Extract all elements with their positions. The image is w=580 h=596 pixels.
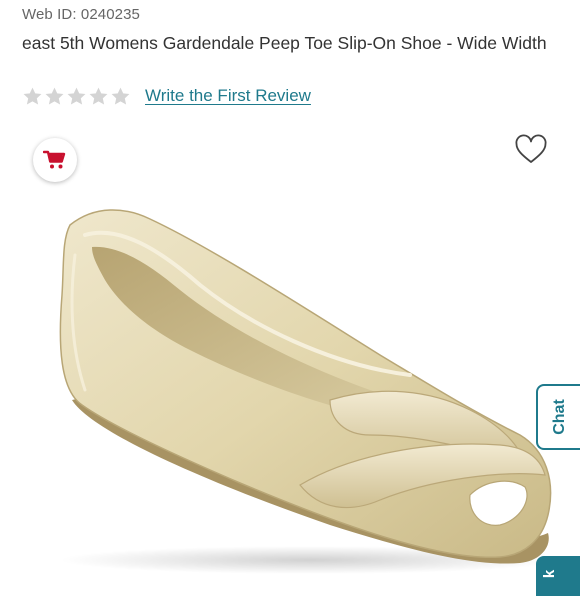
web-id: Web ID: 0240235 — [22, 6, 140, 23]
star-icon — [23, 87, 42, 105]
star-icon — [67, 87, 86, 105]
shoe-product-image — [59, 209, 560, 574]
write-review-link[interactable]: Write the First Review — [145, 86, 311, 106]
star-icon — [45, 87, 64, 105]
star-rating — [22, 86, 131, 107]
chat-tab[interactable]: Chat — [536, 384, 580, 450]
shopping-cart-icon — [43, 150, 66, 169]
rating-row: Write the First Review — [22, 84, 311, 108]
star-icon — [111, 87, 130, 105]
add-to-cart-button[interactable] — [33, 138, 77, 182]
chat-label: Chat — [551, 399, 568, 435]
star-icon — [89, 87, 108, 105]
favorite-button[interactable] — [514, 134, 548, 166]
feedback-label: k — [541, 569, 558, 579]
product-title: east 5th Womens Gardendale Peep Toe Slip… — [22, 33, 547, 53]
heart-outline-icon — [515, 134, 547, 163]
feedback-tab[interactable]: k — [536, 556, 580, 596]
